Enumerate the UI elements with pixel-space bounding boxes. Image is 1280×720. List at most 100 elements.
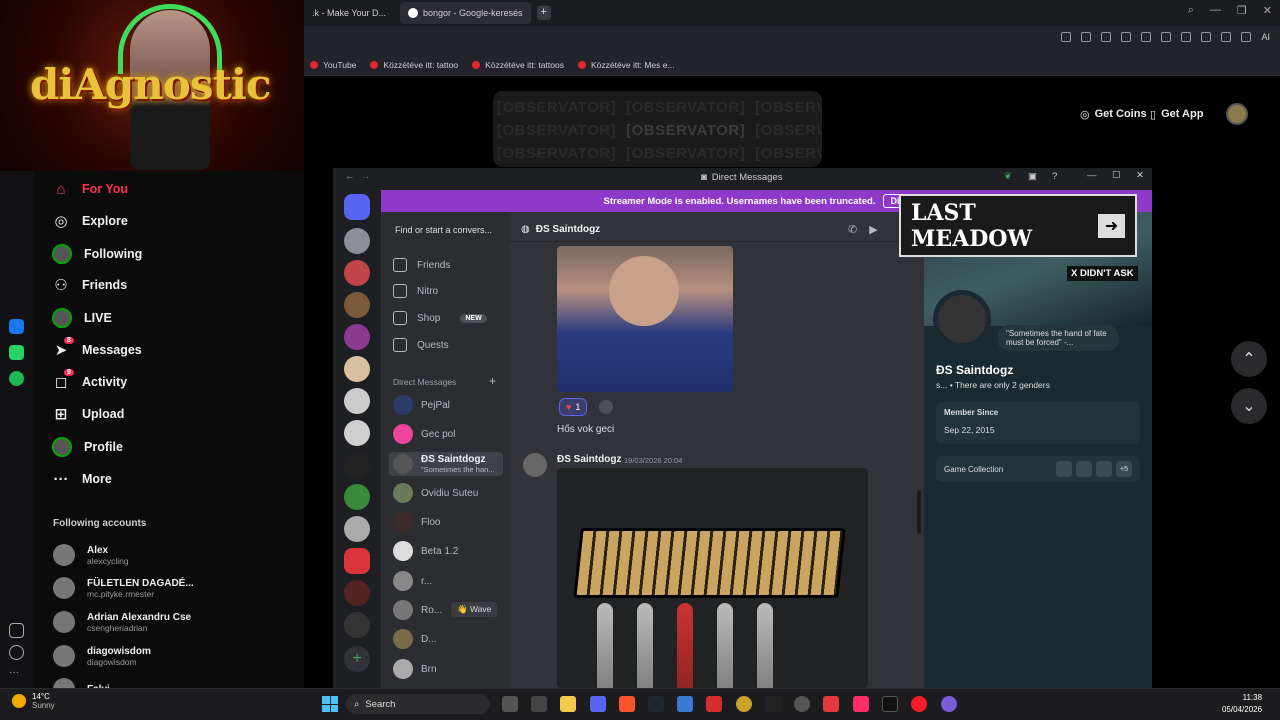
steam-icon[interactable] (648, 696, 664, 712)
play-icon[interactable] (1141, 32, 1152, 42)
whatsapp-icon[interactable] (9, 345, 24, 360)
server-icon[interactable] (344, 612, 370, 638)
tf-icon[interactable] (706, 696, 722, 712)
server-icon[interactable] (344, 260, 370, 286)
nav-nitro[interactable]: Nitro (393, 284, 438, 298)
nav-following[interactable]: Following (52, 244, 142, 264)
menu-icon[interactable] (1201, 32, 1212, 42)
photos-icon[interactable] (677, 696, 693, 712)
dm-item[interactable]: Gec pol (393, 424, 503, 444)
following-account[interactable]: Alex alexcycling (53, 544, 129, 566)
tiktok-app-icon[interactable] (853, 696, 869, 712)
zoom-icon[interactable] (1061, 32, 1072, 42)
nav-activity[interactable]: ◻ 9 Activity (52, 369, 127, 391)
profile-avatar[interactable] (933, 290, 991, 348)
camera-icon[interactable] (1101, 32, 1112, 42)
dm-item[interactable]: Brn (393, 659, 503, 679)
close-button[interactable]: ✕ (1136, 170, 1144, 181)
bookmark-pinterest-1[interactable]: Közzétéve itt: tattoo (370, 60, 458, 70)
wallet-icon[interactable] (1221, 32, 1232, 42)
nav-explore[interactable]: ◎ Explore (52, 212, 127, 230)
server-icon[interactable] (344, 388, 370, 414)
more-icon[interactable]: ··· (9, 667, 24, 682)
app-icon[interactable] (531, 696, 547, 712)
nav-messages[interactable]: ➤ 8 Messages (52, 337, 142, 359)
maximize-button[interactable]: ❐ (1237, 4, 1247, 17)
nav-for-you[interactable]: ⌂ For You (52, 180, 128, 198)
server-icon[interactable] (344, 228, 370, 254)
nav-friends[interactable]: Friends (393, 258, 450, 272)
phone-icon[interactable]: ✆ (848, 223, 857, 236)
help-icon[interactable]: ? (1052, 171, 1057, 182)
avatar[interactable] (523, 453, 547, 477)
following-account[interactable]: FÜLETLEN DAGADÉ... mc.pityke.rmester (53, 577, 194, 599)
nav-shop[interactable]: Shop NEW (393, 311, 487, 325)
ai-button[interactable]: AI (1261, 32, 1270, 42)
heart-icon[interactable] (9, 623, 24, 638)
message-author[interactable]: ĐS Saintdogz (557, 454, 621, 465)
nav-profile[interactable]: Profile (52, 437, 123, 457)
nav-live[interactable]: LIVE (52, 308, 112, 328)
file-explorer-icon[interactable] (560, 696, 576, 712)
server-icon[interactable] (344, 324, 370, 350)
game-collection-card[interactable]: Game Collection +5 (936, 456, 1140, 482)
browser-tab-1[interactable]: .k - Make Your D... (304, 2, 394, 24)
server-icon[interactable] (344, 356, 370, 382)
scroll-down-button[interactable]: ⌄ (1231, 388, 1267, 424)
following-account[interactable]: diagowisdom diagowisdom (53, 645, 151, 667)
reaction-heart[interactable]: ♥ 1 (559, 398, 588, 416)
nav-friends[interactable]: ⚇ Friends (52, 276, 127, 294)
server-icon[interactable] (344, 548, 370, 574)
following-account[interactable]: Adrian Alexandru Cse csengheriadrian (53, 611, 191, 633)
inbox-icon[interactable]: ▣ (1028, 171, 1037, 182)
find-conversation-input[interactable]: Find or start a convers... (389, 220, 503, 240)
opera-icon[interactable] (911, 696, 927, 712)
close-button[interactable]: ✕ (1263, 4, 1272, 17)
bookmark-pinterest-3[interactable]: Közzétéve itt: Mes e... (577, 60, 675, 70)
windows-start-icon[interactable] (322, 696, 338, 712)
new-tab-button[interactable]: + (536, 6, 551, 20)
taskbar-search[interactable]: ⌕ Search (346, 694, 490, 714)
add-reaction-icon[interactable] (599, 400, 613, 414)
clock-icon[interactable] (9, 645, 24, 660)
heart-icon[interactable] (1161, 32, 1172, 42)
messenger-icon[interactable] (9, 319, 24, 334)
spotify-icon[interactable] (9, 371, 24, 386)
edit-icon[interactable] (1081, 32, 1092, 42)
dm-item[interactable]: Floo (393, 512, 503, 532)
weather-widget[interactable]: 14°C Sunny (12, 692, 55, 710)
get-app-button[interactable]: ▯ Get App (1150, 102, 1203, 126)
app-icon[interactable] (941, 696, 957, 712)
shield-icon[interactable] (1121, 32, 1132, 42)
get-coins-button[interactable]: ◎ Get Coins (1072, 102, 1155, 126)
minimize-button[interactable]: — (1087, 170, 1097, 181)
scroll-up-button[interactable]: ⌃ (1231, 341, 1267, 377)
search-icon[interactable]: ⌕ (1188, 4, 1194, 17)
wps-icon[interactable] (823, 696, 839, 712)
server-icon[interactable] (344, 420, 370, 446)
video-icon[interactable]: ▶ (869, 223, 877, 236)
arrow-right-icon[interactable]: ➜ (1097, 213, 1125, 238)
image-attachment[interactable] (557, 468, 868, 688)
bookmark-pinterest-2[interactable]: Közzétéve itt: tattoos (472, 60, 564, 70)
leaf-icon[interactable]: ❦ (1004, 171, 1012, 182)
server-icon[interactable] (344, 292, 370, 318)
task-view-icon[interactable] (502, 696, 518, 712)
create-dm-button[interactable]: + (489, 374, 496, 388)
download-icon[interactable] (1181, 32, 1192, 42)
server-icon[interactable] (344, 452, 370, 478)
bookmark-youtube[interactable]: YouTube (310, 60, 356, 70)
brave-icon[interactable] (619, 696, 635, 712)
add-server-icon[interactable]: + (344, 646, 370, 672)
nav-quests[interactable]: Quests (393, 338, 449, 352)
app-icon[interactable] (765, 696, 781, 712)
dm-item-active[interactable]: ĐS Saintdogz "Sometimes the han... (389, 452, 503, 476)
last-meadow-ad[interactable]: LAST MEADOW ➜ (899, 194, 1137, 257)
forward-arrow-icon[interactable]: → (361, 171, 371, 182)
settings-icon[interactable] (794, 696, 810, 712)
server-icon[interactable] (344, 516, 370, 542)
dm-item[interactable]: Beta 1.2 (393, 541, 503, 561)
back-arrow-icon[interactable]: ← (345, 171, 355, 182)
dm-item[interactable]: Ovidiu Suteu (393, 483, 503, 503)
nav-more[interactable]: ··· More (52, 470, 112, 488)
